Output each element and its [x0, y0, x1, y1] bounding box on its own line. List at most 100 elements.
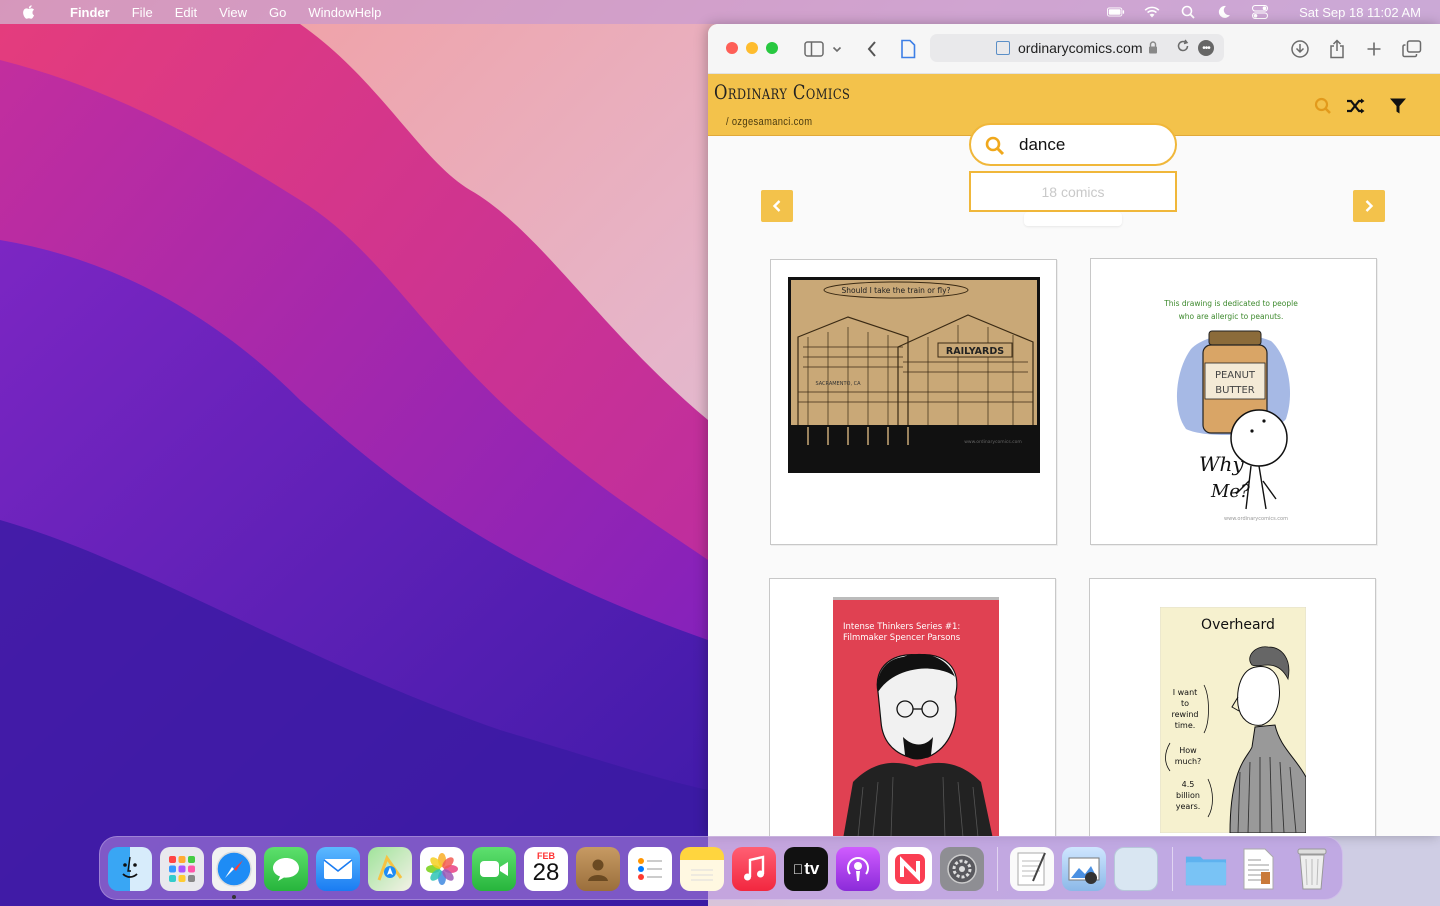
wifi-icon[interactable]: [1143, 5, 1161, 19]
close-window-button[interactable]: [726, 42, 738, 54]
preview-icon[interactable]: [1062, 847, 1106, 891]
comic-caption-line1: Intense Thinkers Series #1:: [843, 622, 960, 632]
comic-card[interactable]: This drawing is dedicated to people who …: [1090, 258, 1377, 545]
calendar-icon[interactable]: FEB 28: [524, 847, 568, 891]
comic-image-railyards: Should I take the train or fly? RAILYARD…: [788, 277, 1040, 473]
new-tab-icon[interactable]: [1362, 37, 1386, 61]
menu-window[interactable]: Window: [308, 5, 354, 20]
menu-file[interactable]: File: [132, 5, 153, 20]
photos-icon[interactable]: [420, 847, 464, 891]
maximize-window-button[interactable]: [766, 42, 778, 54]
chevron-down-icon[interactable]: [830, 37, 844, 61]
exclaim-line1: Why: [1199, 452, 1244, 476]
comic-image-peanut-butter: This drawing is dedicated to people who …: [1163, 299, 1298, 522]
sidebar-toggle-icon[interactable]: [802, 37, 826, 61]
bubble3-line3: years.: [1176, 802, 1201, 811]
safari-icon[interactable]: [212, 847, 256, 891]
comic-speech-bubble-text: Should I take the train or fly?: [841, 286, 950, 295]
comic-search-box[interactable]: [969, 123, 1177, 166]
back-icon[interactable]: [860, 37, 884, 61]
menu-view[interactable]: View: [219, 5, 247, 20]
bubble1-line1: I want: [1173, 688, 1198, 697]
comic-card[interactable]: Should I take the train or fly? RAILYARD…: [770, 259, 1057, 545]
reload-icon[interactable]: [1176, 39, 1190, 56]
bubble1-line2: to: [1181, 699, 1189, 708]
site-favicon-icon: [996, 41, 1010, 55]
messages-icon[interactable]: [264, 847, 308, 891]
search-icon[interactable]: [1313, 96, 1333, 116]
pager: [1024, 212, 1122, 226]
url-text: ordinarycomics.com: [1018, 40, 1143, 56]
bubble2-line1: How: [1179, 746, 1197, 755]
news-icon[interactable]: [888, 847, 932, 891]
focus-moon-icon[interactable]: [1215, 5, 1233, 19]
comic-caption-line2: who are allergic to peanuts.: [1179, 312, 1284, 321]
finder-icon[interactable]: [108, 847, 152, 891]
folder-icon[interactable]: [1184, 847, 1228, 891]
search-results-count[interactable]: 18 comics: [969, 171, 1177, 212]
tv-label: tv: [798, 859, 819, 878]
menu-edit[interactable]: Edit: [175, 5, 197, 20]
apple-menu-icon[interactable]: [20, 3, 38, 21]
menu-bar: Finder File Edit View Go Window Help Sat …: [0, 0, 1440, 24]
battery-icon[interactable]: [1107, 5, 1125, 19]
textedit-icon[interactable]: [1010, 847, 1054, 891]
comic-credit: www.ordinarycomics.com: [1224, 516, 1288, 522]
notes-icon[interactable]: [680, 847, 724, 891]
launchpad-icon[interactable]: [160, 847, 204, 891]
bubble1-line3: rewind: [1172, 710, 1199, 719]
comic-caption-line2: Filmmaker Spencer Parsons: [843, 633, 961, 643]
dock-separator: [997, 847, 998, 891]
facetime-icon[interactable]: [472, 847, 516, 891]
comic-image-overheard: Overheard I want to rewind time. How muc…: [1160, 607, 1306, 833]
next-arrow-icon[interactable]: [1353, 190, 1385, 222]
menu-go[interactable]: Go: [269, 5, 286, 20]
browser-toolbar: ordinarycomics.com •••: [708, 24, 1440, 74]
spotlight-icon[interactable]: [1179, 5, 1197, 19]
filter-icon[interactable]: [1388, 96, 1408, 116]
comic-image-intense-thinkers: Intense Thinkers Series #1: Filmmaker Sp…: [833, 597, 999, 836]
jar-label-line1: PEANUT: [1215, 370, 1256, 381]
comic-card[interactable]: Overheard I want to rewind time. How muc…: [1089, 578, 1376, 836]
menu-bar-clock[interactable]: Sat Sep 18 11:02 AM: [1299, 5, 1421, 20]
railyards-sign: RAILYARDS: [946, 346, 1004, 357]
menu-finder[interactable]: Finder: [70, 5, 110, 20]
reminders-icon[interactable]: [628, 847, 672, 891]
page-icon[interactable]: [896, 37, 920, 61]
search-input[interactable]: [1019, 135, 1169, 155]
comic-credit: www.ordinarycomics.com: [964, 439, 1022, 445]
menu-help[interactable]: Help: [355, 5, 382, 20]
system-preferences-icon[interactable]: [940, 847, 984, 891]
previous-arrow-icon[interactable]: [761, 190, 793, 222]
blank-app-icon[interactable]: [1114, 847, 1158, 891]
safari-window: ordinarycomics.com ••• Ordinary Comics /…: [708, 24, 1440, 836]
bubble3-line2: billion: [1176, 791, 1200, 800]
share-icon[interactable]: [1325, 37, 1349, 61]
tv-icon[interactable]: tv: [784, 847, 828, 891]
site-title[interactable]: Ordinary Comics: [714, 80, 850, 104]
dock: FEB 28 tv: [99, 836, 1343, 900]
tab-overview-icon[interactable]: [1400, 37, 1424, 61]
minimize-window-button[interactable]: [746, 42, 758, 54]
maps-icon[interactable]: [368, 847, 412, 891]
lock-icon: [1148, 41, 1158, 57]
shuffle-icon[interactable]: [1346, 96, 1366, 116]
comic-caption-line1: This drawing is dedicated to people: [1163, 299, 1298, 308]
comic-card[interactable]: Intense Thinkers Series #1: Filmmaker Sp…: [769, 578, 1056, 836]
calendar-day: 28: [532, 859, 560, 886]
trash-icon[interactable]: [1290, 847, 1334, 891]
bubble2-line2: much?: [1175, 757, 1202, 766]
jar-label-line2: BUTTER: [1215, 385, 1255, 396]
more-options-icon[interactable]: •••: [1198, 40, 1214, 56]
downloads-icon[interactable]: [1288, 37, 1312, 61]
contacts-icon[interactable]: [576, 847, 620, 891]
sacramento-sign: SACRAMENTO, CA: [815, 381, 861, 387]
address-bar[interactable]: ordinarycomics.com •••: [930, 34, 1224, 62]
podcasts-icon[interactable]: [836, 847, 880, 891]
exclaim-line2: Me?: [1210, 481, 1250, 502]
site-subtitle-link[interactable]: / ozgesamanci.com: [726, 116, 812, 128]
document-icon[interactable]: [1236, 847, 1280, 891]
music-icon[interactable]: [732, 847, 776, 891]
control-center-icon[interactable]: [1251, 5, 1269, 19]
mail-icon[interactable]: [316, 847, 360, 891]
